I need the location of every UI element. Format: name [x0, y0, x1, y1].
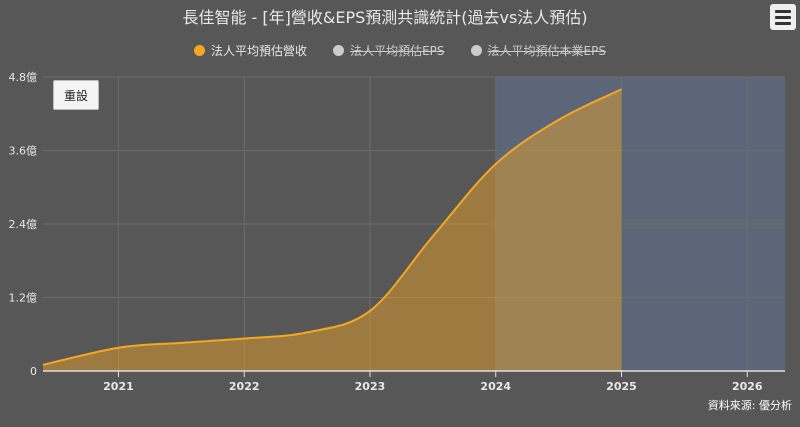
- y-tick-label: 2.4億: [9, 218, 38, 231]
- x-tick-label: 2021: [103, 380, 134, 393]
- x-tick-label: 2024: [480, 380, 511, 393]
- y-tick-label: 0: [30, 365, 37, 378]
- source-credit: 資料來源: 優分析: [707, 399, 792, 412]
- x-tick-label: 2023: [355, 380, 386, 393]
- x-tick-label: 2022: [229, 380, 260, 393]
- y-tick-label: 4.8億: [9, 71, 38, 84]
- y-tick-label: 1.2億: [9, 292, 38, 305]
- chart-plot: 0 1.2億 2.4億 3.6億 4.8億 2021 2022 2023 2024 2025 202…: [9, 71, 785, 393]
- y-tick-label: 3.6億: [9, 145, 38, 158]
- x-tick-label: 2026: [732, 380, 763, 393]
- x-tick-label: 2025: [606, 380, 637, 393]
- reset-zoom-button[interactable]: 重設: [53, 80, 99, 110]
